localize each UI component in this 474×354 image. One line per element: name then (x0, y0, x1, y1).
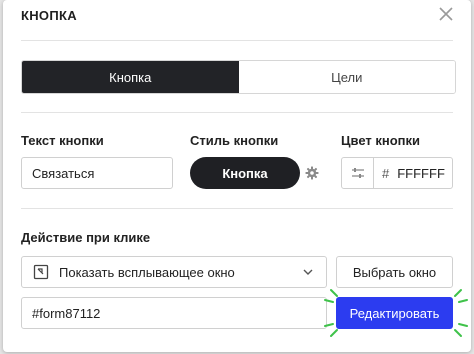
color-hex-value[interactable]: FFFFFF (397, 166, 445, 181)
tab-bar: Кнопка Цели (21, 60, 456, 94)
tab-goals[interactable]: Цели (238, 61, 455, 93)
button-text-label: Текст кнопки (21, 133, 104, 148)
color-hash-symbol: # (382, 165, 390, 181)
chevron-down-icon (303, 269, 313, 275)
form-id-input[interactable]: #form87112 (21, 297, 327, 329)
button-style-preview[interactable]: Кнопка (190, 157, 300, 189)
dialog-header: КНОПКА (3, 0, 471, 32)
button-settings-dialog: КНОПКА Кнопка Цели Текст кнопки Связатьс… (3, 0, 471, 352)
color-sliders-icon (351, 168, 364, 178)
popup-window-icon (33, 264, 49, 280)
section-divider-2 (21, 208, 453, 209)
color-field[interactable]: # FFFFFF (341, 157, 453, 189)
button-text-input[interactable]: Связаться (21, 157, 173, 189)
action-select[interactable]: Показать всплывающее окно (21, 256, 327, 288)
click-action-label: Действие при клике (21, 230, 151, 245)
action-select-value: Показать всплывающее окно (59, 264, 235, 280)
gear-icon[interactable] (305, 166, 319, 180)
tab-button[interactable]: Кнопка (22, 61, 239, 93)
choose-window-button[interactable]: Выбрать окно (336, 256, 453, 288)
button-color-label: Цвет кнопки (341, 133, 421, 148)
dialog-title: КНОПКА (21, 8, 77, 23)
header-divider (21, 40, 453, 41)
section-divider (21, 112, 453, 113)
color-sliders-button[interactable] (342, 158, 374, 188)
close-icon[interactable] (437, 5, 455, 23)
edit-button[interactable]: Редактировать (336, 297, 453, 329)
button-style-label: Стиль кнопки (190, 133, 279, 148)
